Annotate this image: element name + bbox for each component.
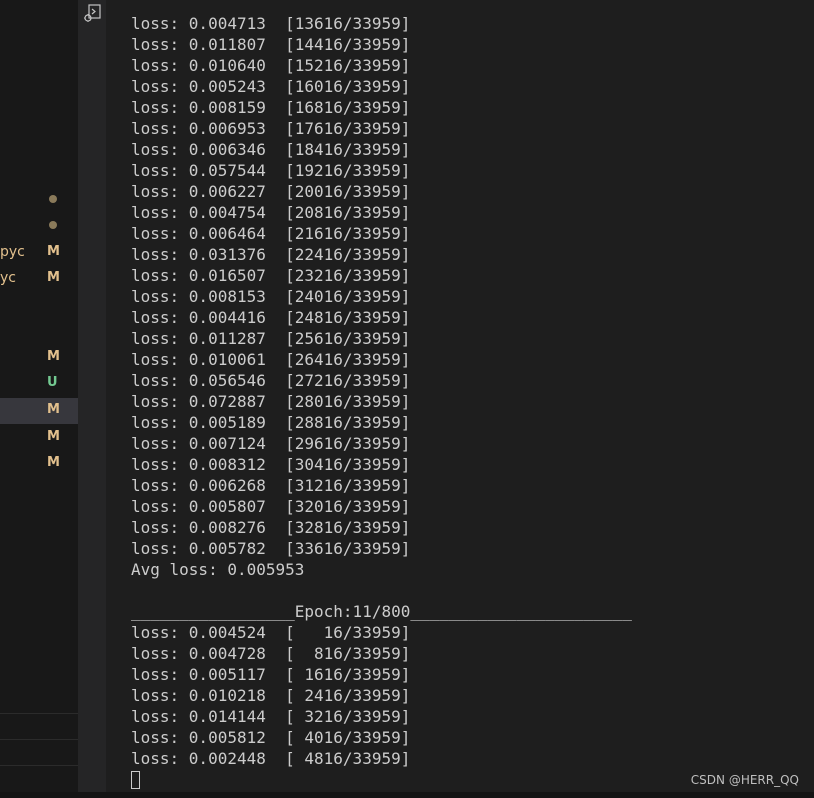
prompt-line[interactable] — [131, 769, 632, 790]
git-modified-badge: M — [47, 270, 60, 285]
loss-line: loss: 0.004416 [24816/33959] — [131, 308, 411, 327]
git-modified-badge: M — [47, 349, 60, 364]
loss-line: loss: 0.006227 [20016/33959] — [131, 182, 411, 201]
loss-line: loss: 0.002448 [ 4816/33959] — [131, 749, 411, 768]
terminal-gutter — [78, 0, 106, 798]
avg-loss-line: Avg loss: 0.005953 — [131, 560, 305, 579]
status-strip — [0, 792, 814, 798]
panel-divider — [0, 739, 78, 740]
loss-line: loss: 0.004713 [13616/33959] — [131, 14, 411, 33]
file-item[interactable]: M — [0, 451, 78, 477]
debug-console-icon[interactable] — [82, 4, 102, 24]
git-modified-badge: M — [47, 244, 60, 259]
loss-line: loss: 0.031376 [22416/33959] — [131, 245, 411, 264]
loss-line: loss: 0.008153 [24016/33959] — [131, 287, 411, 306]
epoch-header-line: _________________Epoch:11/800___________… — [131, 602, 632, 621]
loss-line: loss: 0.004754 [20816/33959] — [131, 203, 411, 222]
terminal-output[interactable]: loss: 0.004713 [13616/33959] loss: 0.0118… — [131, 13, 632, 790]
loss-line: loss: 0.011287 [25616/33959] — [131, 329, 411, 348]
file-item[interactable]: pyc M — [0, 240, 78, 266]
loss-line: loss: 0.008312 [30416/33959] — [131, 455, 411, 474]
loss-line: loss: 0.005243 [16016/33959] — [131, 77, 411, 96]
terminal-cursor — [131, 771, 140, 789]
loss-line: loss: 0.056546 [27216/33959] — [131, 371, 411, 390]
status-dot-icon — [49, 221, 57, 229]
git-modified-badge: M — [47, 429, 60, 444]
loss-line: loss: 0.016507 [23216/33959] — [131, 266, 411, 285]
git-modified-badge: M — [47, 402, 60, 417]
panel-divider — [0, 713, 78, 714]
loss-line: loss: 0.010061 [26416/33959] — [131, 350, 411, 369]
loss-line: loss: 0.004524 [ 16/33959] — [131, 623, 411, 642]
file-item-selected[interactable]: M — [0, 398, 78, 424]
loss-line: loss: 0.005782 [33616/33959] — [131, 539, 411, 558]
loss-line: loss: 0.010218 [ 2416/33959] — [131, 686, 411, 705]
loss-line: loss: 0.005189 [28816/33959] — [131, 413, 411, 432]
loss-line: loss: 0.006346 [18416/33959] — [131, 140, 411, 159]
loss-line: loss: 0.007124 [29616/33959] — [131, 434, 411, 453]
loss-line: loss: 0.005812 [ 4016/33959] — [131, 728, 411, 747]
watermark: CSDN @HERR_QQ — [690, 773, 799, 787]
loss-line: loss: 0.008159 [16816/33959] — [131, 98, 411, 117]
loss-line: loss: 0.072887 [28016/33959] — [131, 392, 411, 411]
loss-line: loss: 0.004728 [ 816/33959] — [131, 644, 411, 663]
file-item[interactable]: U — [0, 371, 78, 397]
panel-divider — [0, 765, 78, 766]
loss-line: loss: 0.011807 [14416/33959] — [131, 35, 411, 54]
loss-line: loss: 0.006464 [21616/33959] — [131, 224, 411, 243]
status-dot-icon — [49, 195, 57, 203]
git-untracked-badge: U — [47, 375, 58, 390]
explorer-sidebar: pyc M yc M M U M M M — [0, 0, 78, 798]
loss-line: loss: 0.014144 [ 3216/33959] — [131, 707, 411, 726]
file-item[interactable]: yc M — [0, 266, 78, 292]
git-modified-badge: M — [47, 455, 60, 470]
file-name: pyc — [0, 244, 25, 260]
loss-line: loss: 0.005807 [32016/33959] — [131, 497, 411, 516]
loss-line: loss: 0.010640 [15216/33959] — [131, 56, 411, 75]
loss-line: loss: 0.006953 [17616/33959] — [131, 119, 411, 138]
file-item[interactable]: M — [0, 345, 78, 371]
loss-line: loss: 0.008276 [32816/33959] — [131, 518, 411, 537]
loss-line: loss: 0.057544 [19216/33959] — [131, 161, 411, 180]
file-name: yc — [0, 270, 16, 286]
loss-line: loss: 0.005117 [ 1616/33959] — [131, 665, 411, 684]
file-item[interactable]: M — [0, 425, 78, 451]
loss-line: loss: 0.006268 [31216/33959] — [131, 476, 411, 495]
